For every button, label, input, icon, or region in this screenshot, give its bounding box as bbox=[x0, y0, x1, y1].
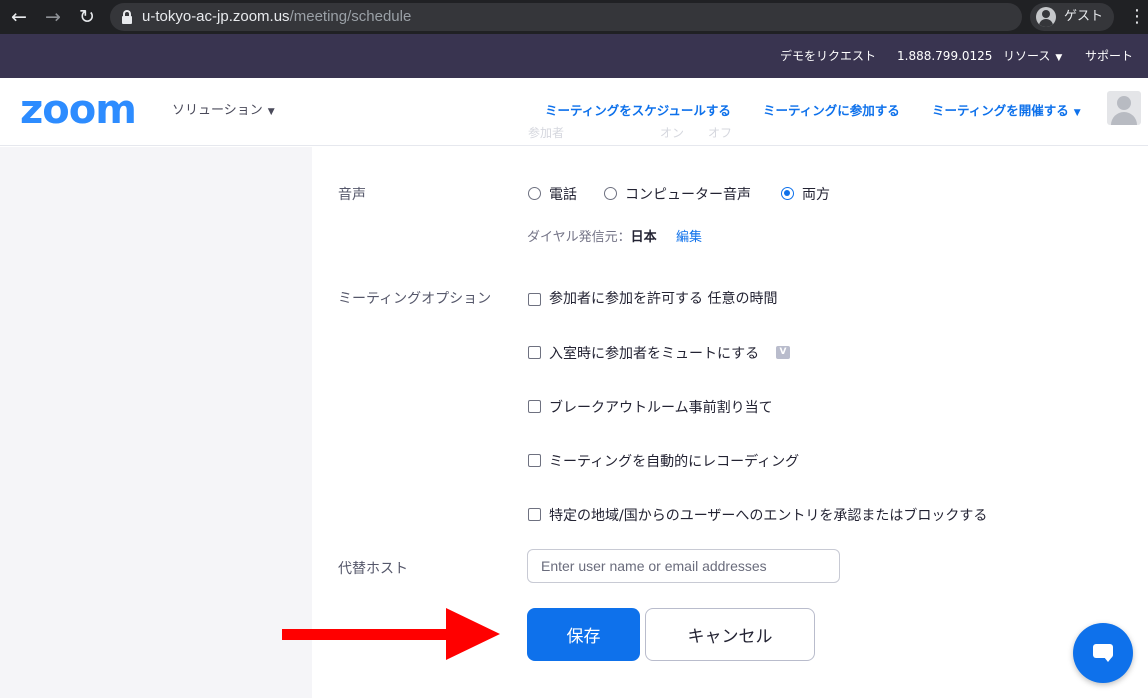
solutions-menu[interactable]: ソリューション ▼ bbox=[172, 78, 275, 144]
option-join-anytime[interactable]: 参加者に参加を許可する 任意の時間 bbox=[549, 288, 777, 308]
audio-option-both[interactable]: 両方 bbox=[802, 184, 830, 204]
support-link[interactable]: サポート bbox=[1085, 34, 1133, 78]
chat-bubble-icon bbox=[1093, 644, 1113, 658]
option-region-block[interactable]: 特定の地域/国からのユーザーへのエントリを承認またはブロックする bbox=[549, 505, 987, 525]
url-text: u-tokyo-ac-jp.zoom.us/meeting/schedule bbox=[142, 8, 412, 25]
red-arrow-annotation bbox=[282, 608, 500, 660]
user-avatar[interactable] bbox=[1107, 91, 1141, 125]
info-badge-icon[interactable]: V bbox=[776, 346, 790, 359]
caret-down-icon: ▼ bbox=[1055, 53, 1063, 63]
zoom-logo[interactable]: zoom bbox=[20, 88, 137, 132]
alt-host-label: 代替ホスト bbox=[338, 561, 408, 577]
browser-toolbar: ← → ↻ u-tokyo-ac-jp.zoom.us/meeting/sche… bbox=[0, 0, 1148, 34]
caret-down-icon: ▼ bbox=[1073, 108, 1081, 118]
kebab-menu-icon[interactable]: ⋮ bbox=[1128, 4, 1146, 30]
profile-button[interactable]: ゲスト bbox=[1030, 3, 1114, 31]
profile-label: ゲスト bbox=[1064, 9, 1104, 24]
caret-down-icon: ▼ bbox=[267, 107, 275, 117]
phone-number: 1.888.799.0125 bbox=[897, 49, 993, 63]
audio-option-phone[interactable]: 電話 bbox=[549, 184, 577, 204]
zoom-top-bar: デモをリクエスト 1.888.799.0125 リソース ▼ サポート bbox=[0, 34, 1148, 78]
host-meeting-menu[interactable]: ミーティングを開催する ▼ bbox=[932, 78, 1081, 144]
option-mute-on-entry[interactable]: 入室時に参加者をミュートにする bbox=[549, 343, 759, 363]
resources-menu[interactable]: リソース ▼ bbox=[1003, 34, 1062, 78]
solutions-label: ソリューション bbox=[172, 103, 263, 118]
audio-radio-computer[interactable] bbox=[604, 187, 617, 200]
checkbox-join-anytime[interactable] bbox=[528, 293, 541, 306]
join-meeting-link[interactable]: ミーティングに参加する bbox=[763, 78, 900, 144]
cancel-button[interactable]: キャンセル bbox=[645, 608, 815, 661]
demo-request-link[interactable]: デモをリクエスト bbox=[780, 34, 876, 78]
save-button[interactable]: 保存 bbox=[527, 608, 640, 661]
audio-radio-phone[interactable] bbox=[528, 187, 541, 200]
dial-from-text: ダイヤル発信元：日本 bbox=[527, 230, 657, 245]
left-side-panel bbox=[0, 147, 312, 698]
checkbox-auto-record[interactable] bbox=[528, 454, 541, 467]
dial-edit-link[interactable]: 編集 bbox=[676, 226, 702, 245]
address-bar[interactable]: u-tokyo-ac-jp.zoom.us/meeting/schedule bbox=[110, 3, 1022, 31]
option-auto-record[interactable]: ミーティングを自動的にレコーディング bbox=[549, 451, 799, 471]
chat-button[interactable] bbox=[1073, 623, 1133, 683]
checkbox-breakout-preassign[interactable] bbox=[528, 400, 541, 413]
checkbox-region-block[interactable] bbox=[528, 508, 541, 521]
scrolled-ghost-row: 参加者 オン オフ bbox=[528, 126, 733, 140]
option-breakout-preassign[interactable]: ブレークアウトルーム事前割り当て bbox=[549, 397, 773, 417]
profile-avatar-icon bbox=[1036, 7, 1056, 27]
audio-radio-both[interactable] bbox=[781, 187, 794, 200]
audio-label: 音声 bbox=[338, 187, 366, 203]
reload-icon[interactable]: ↻ bbox=[74, 4, 100, 30]
forward-arrow-icon[interactable]: → bbox=[40, 4, 66, 30]
lock-icon bbox=[122, 10, 132, 24]
meeting-options-label: ミーティングオプション bbox=[338, 291, 492, 307]
audio-option-computer[interactable]: コンピューター音声 bbox=[625, 184, 751, 204]
host-meeting-label: ミーティングを開催する bbox=[932, 103, 1069, 118]
checkbox-mute-on-entry[interactable] bbox=[528, 346, 541, 359]
alt-host-input[interactable] bbox=[527, 549, 840, 583]
resources-label: リソース bbox=[1003, 49, 1051, 63]
back-arrow-icon[interactable]: ← bbox=[6, 4, 32, 30]
